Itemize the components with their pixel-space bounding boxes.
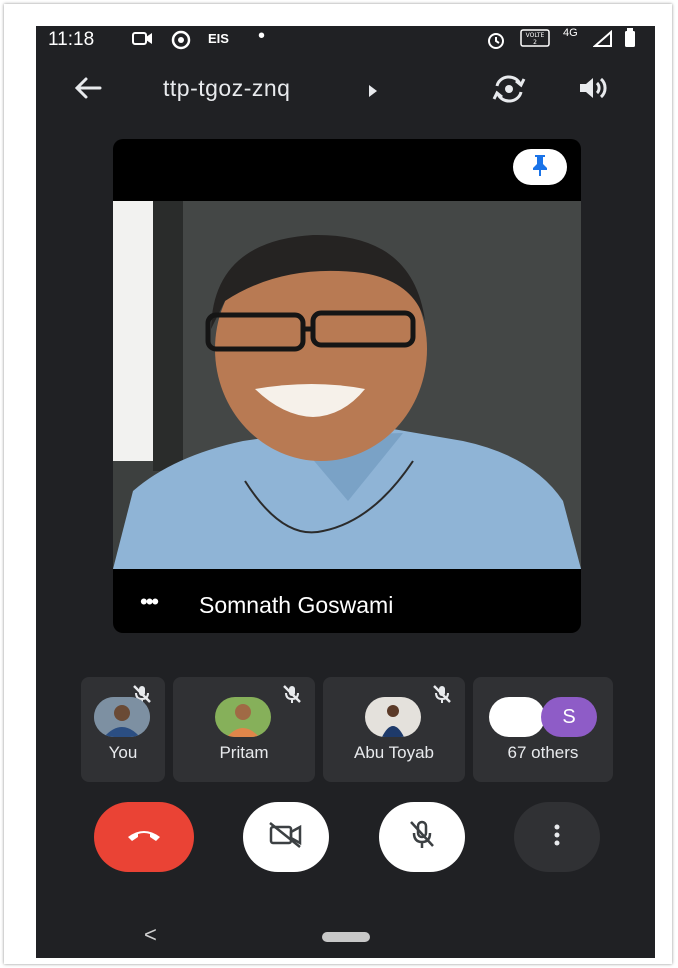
participant-strip: You Pritam Abu Toyab S 67 others xyxy=(81,677,613,782)
participant-tile-pritam[interactable]: Pritam xyxy=(173,677,315,782)
pin-button[interactable] xyxy=(513,149,567,185)
mic-off-icon xyxy=(431,683,453,710)
speaker-icon[interactable] xyxy=(576,74,610,107)
battery-icon xyxy=(624,28,636,53)
speaker-name-bar: ••• Somnath Goswami xyxy=(113,585,581,625)
status-carrier: EIS xyxy=(208,31,229,46)
camera-off-icon xyxy=(267,820,305,855)
system-nav-bar: < xyxy=(36,918,655,958)
video-notification-icon xyxy=(132,30,154,53)
back-arrow-icon[interactable] xyxy=(72,74,104,107)
speaker-video xyxy=(113,201,581,569)
camera-switch-icon[interactable] xyxy=(491,74,527,109)
participant-name: Abu Toyab xyxy=(353,743,435,762)
end-call-icon xyxy=(124,825,164,850)
others-avatar-letter: S xyxy=(541,697,597,737)
more-vert-icon xyxy=(553,823,561,852)
tile-more-options[interactable]: ••• xyxy=(140,589,159,615)
signal-icon xyxy=(592,29,613,53)
camera-toggle-button[interactable] xyxy=(243,802,329,872)
participant-tile-you[interactable]: You xyxy=(81,677,165,782)
mic-off-icon xyxy=(407,819,437,856)
volte-icon: VOLTE 2 xyxy=(520,29,550,52)
participant-tile-abu-toyab[interactable]: Abu Toyab xyxy=(323,677,465,782)
nav-home-pill[interactable] xyxy=(322,932,370,942)
status-bar: 11:18 EIS • VOLTE 2 4G xyxy=(36,26,655,56)
svg-text:VOLTE: VOLTE xyxy=(526,32,545,39)
meeting-toolbar: ttp-tgoz-znq xyxy=(36,66,655,112)
screenshot-frame: 11:18 EIS • VOLTE 2 4G ttp-tgoz-znq ••• … xyxy=(4,4,672,964)
end-call-button[interactable] xyxy=(94,802,194,872)
chrome-icon xyxy=(171,30,191,55)
avatar xyxy=(489,697,545,737)
meeting-info-arrow-icon[interactable] xyxy=(368,84,378,102)
speaker-name: Somnath Goswami xyxy=(199,592,394,618)
notification-dot-icon: • xyxy=(258,26,266,47)
mic-off-icon xyxy=(281,683,303,710)
avatar xyxy=(365,697,421,737)
participant-name: Pritam xyxy=(219,743,269,762)
nav-back-icon[interactable]: < xyxy=(144,922,157,948)
meeting-code[interactable]: ttp-tgoz-znq xyxy=(163,75,290,102)
status-time: 11:18 xyxy=(48,29,95,50)
more-options-button[interactable] xyxy=(514,802,600,872)
avatar xyxy=(215,697,271,737)
main-video-tile[interactable]: ••• Somnath Goswami xyxy=(113,139,581,633)
alarm-icon xyxy=(486,30,506,55)
pin-icon xyxy=(529,153,551,182)
phone-screen: 11:18 EIS • VOLTE 2 4G ttp-tgoz-znq ••• … xyxy=(36,26,655,958)
participant-name: 67 others xyxy=(507,743,579,762)
participant-name: You xyxy=(108,743,138,762)
network-type: 4G xyxy=(563,27,578,39)
svg-text:2: 2 xyxy=(533,39,537,46)
avatar xyxy=(94,697,150,737)
participant-tile-others[interactable]: S 67 others xyxy=(473,677,613,782)
mic-toggle-button[interactable] xyxy=(379,802,465,872)
call-controls xyxy=(36,802,655,876)
